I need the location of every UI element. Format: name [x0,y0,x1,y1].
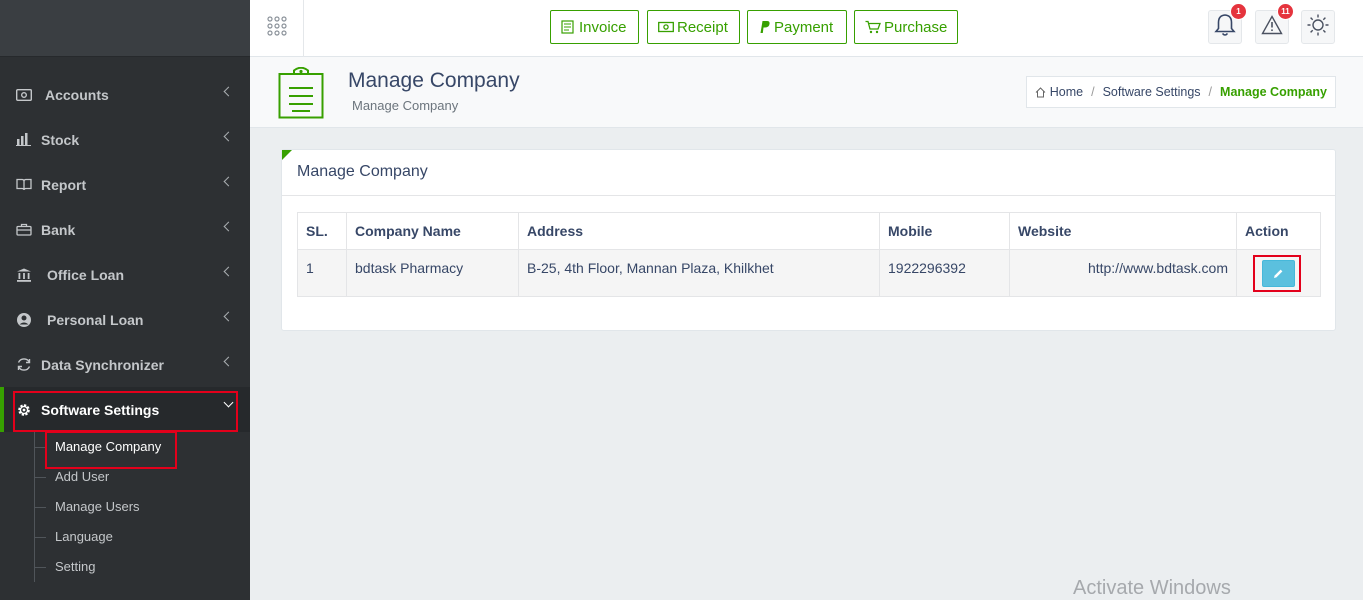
sidebar-item-label: Stock [41,131,80,148]
purchase-button[interactable]: Purchase [854,10,958,44]
topbar: Invoice Receipt Payment Purchase 1 11 [250,0,1363,57]
cell-company-name: bdtask Pharmacy [346,249,519,297]
breadcrumb-current: Manage Company [1220,85,1327,99]
receipt-button[interactable]: Receipt [647,10,740,44]
chevron-left-icon [223,221,234,232]
content-header: Manage Company Manage Company Home / Sof… [250,57,1363,128]
gear-icon [15,403,33,417]
software-settings-submenu: Manage Company Add User Manage Users Lan… [0,432,250,582]
breadcrumb-separator: / [1208,85,1213,99]
sidebar-item-label: Software Settings [41,401,160,418]
bar-chart-icon [15,133,33,147]
chevron-left-icon [223,86,234,97]
column-header-sl: SL. [297,212,347,250]
money-icon [15,88,33,102]
payment-button[interactable]: Payment [747,10,847,44]
edit-button[interactable] [1262,259,1295,287]
submenu-setting[interactable]: Setting [0,552,250,582]
bank-bag-icon [15,223,33,237]
grid-icon [266,16,287,41]
cell-action [1236,249,1321,297]
breadcrumb-software-settings[interactable]: Software Settings [1103,85,1201,99]
alerts-button[interactable]: 11 [1255,3,1294,44]
money-icon [658,21,674,33]
page-title: Manage Company [348,69,520,92]
settings-button[interactable] [1301,10,1335,44]
paypal-icon [758,20,771,34]
sun-gear-icon [1306,13,1330,42]
alert-badge: 11 [1277,3,1294,20]
cell-mobile: 1922296392 [879,249,1010,297]
sidebar-item-software-settings[interactable]: Software Settings [0,387,250,432]
payment-label: Payment [774,18,834,36]
sidebar-item-label: Office Loan [47,266,125,283]
chevron-left-icon [223,356,234,367]
submenu-language[interactable]: Language [0,522,250,552]
invoice-label: Invoice [579,18,627,36]
sidebar-item-bank[interactable]: Bank [0,207,250,252]
sidebar: Accounts Stock Report Bank Office Loan P… [0,0,250,600]
purchase-label: Purchase [884,18,948,36]
invoice-button[interactable]: Invoice [550,10,639,44]
notification-badge: 1 [1230,3,1247,20]
user-circle-icon [15,312,33,327]
sidebar-item-label: Report [41,176,87,193]
column-header-mobile: Mobile [879,212,1010,250]
panel-corner-accent [282,150,292,160]
submenu-manage-company[interactable]: Manage Company [0,432,250,462]
column-header-company-name: Company Name [346,212,519,250]
book-icon [15,178,33,192]
manage-company-panel: Manage Company SL. Company Name Address … [281,149,1336,331]
sidebar-item-stock[interactable]: Stock [0,117,250,162]
cell-sl: 1 [297,249,347,297]
chevron-left-icon [223,266,234,277]
sidebar-item-accounts[interactable]: Accounts [0,72,250,117]
sync-icon [15,358,33,372]
sidebar-item-label: Data Synchronizer [41,356,164,373]
apps-grid-button[interactable] [250,0,304,57]
breadcrumb-home[interactable]: Home [1050,85,1083,99]
sidebar-item-report[interactable]: Report [0,162,250,207]
cart-icon [865,20,881,34]
home-icon [1035,86,1046,98]
sidebar-item-label: Accounts [45,86,109,103]
sidebar-logo-area [0,0,250,57]
submenu-add-user[interactable]: Add User [0,462,250,492]
sidebar-item-personal-loan[interactable]: Personal Loan [0,297,250,342]
sidebar-menu: Accounts Stock Report Bank Office Loan P… [0,72,250,432]
chevron-down-icon [223,397,234,408]
breadcrumb-separator: / [1091,85,1095,99]
column-header-action: Action [1236,212,1321,250]
chevron-left-icon [223,131,234,142]
activate-windows-watermark: Activate Windows [1073,577,1231,599]
breadcrumb: Home / Software Settings / Manage Compan… [1025,76,1336,108]
table-header-row: SL. Company Name Address Mobile Website … [297,212,1321,250]
page-subtitle: Manage Company [352,98,459,113]
column-header-address: Address [518,212,880,250]
chevron-left-icon [223,176,234,187]
cell-website: http://www.bdtask.com [1009,249,1237,297]
panel-title: Manage Company [282,150,1335,196]
invoice-icon [561,20,576,34]
chevron-left-icon [223,311,234,322]
cell-address: B-25, 4th Floor, Mannan Plaza, Khilkhet [518,249,880,297]
company-table: SL. Company Name Address Mobile Website … [297,212,1321,297]
sidebar-item-label: Bank [41,221,76,238]
sidebar-item-office-loan[interactable]: Office Loan [0,252,250,297]
submenu-manage-users[interactable]: Manage Users [0,492,250,522]
clipboard-icon [278,66,324,124]
receipt-label: Receipt [677,18,728,36]
notifications-button[interactable]: 1 [1208,3,1247,44]
sidebar-item-label: Personal Loan [47,311,144,328]
table-row: 1 bdtask Pharmacy B-25, 4th Floor, Manna… [297,249,1321,297]
pencil-icon [1273,268,1284,279]
sidebar-item-data-synchronizer[interactable]: Data Synchronizer [0,342,250,387]
institution-icon [15,268,33,282]
column-header-website: Website [1009,212,1237,250]
